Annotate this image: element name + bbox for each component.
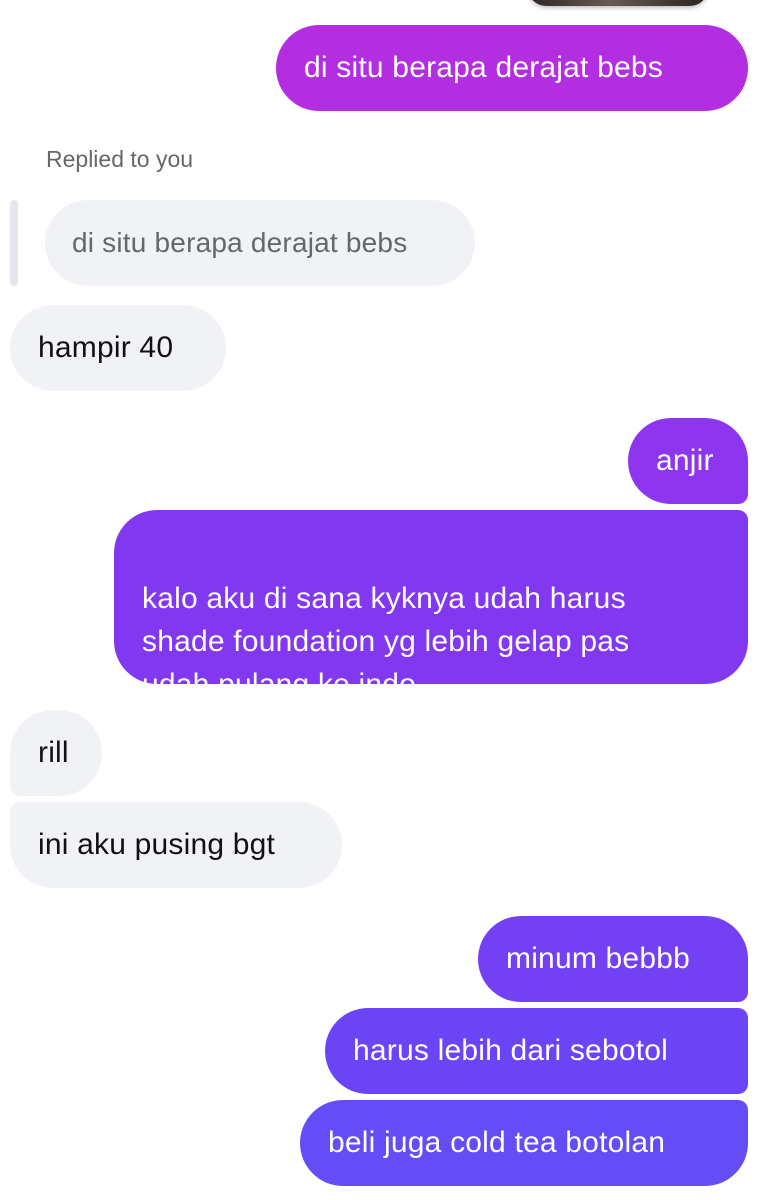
message-incoming[interactable]: hampir 40 (10, 305, 226, 391)
message-text: ini aku pusing bgt (38, 828, 276, 861)
quoted-message[interactable]: di situ berapa derajat bebs (45, 200, 475, 286)
message-text: kalo aku di sana kyknya udah harus shade… (142, 582, 630, 701)
message-outgoing[interactable]: kalo aku di sana kyknya udah harus shade… (114, 510, 748, 701)
message-text: beli juga cold tea botolan (328, 1126, 666, 1159)
message-text: di situ berapa derajat bebs (304, 51, 663, 84)
message-incoming[interactable]: rill (10, 710, 102, 796)
message-outgoing[interactable]: minum bebbb (478, 916, 748, 1002)
message-outgoing[interactable]: anjir (628, 418, 748, 504)
message-outgoing[interactable]: di situ berapa derajat bebs (276, 25, 748, 111)
message-outgoing[interactable]: harus lebih dari sebotol (325, 1008, 748, 1094)
quoted-message-text: di situ berapa derajat bebs (72, 227, 408, 258)
shared-media-thumbnail[interactable] (528, 0, 708, 6)
message-text: minum bebbb (506, 942, 690, 975)
reply-quote-bar (10, 200, 18, 286)
replied-to-you-label: Replied to you (46, 146, 194, 172)
chat-thread[interactable]: di situ berapa derajat bebs Replied to y… (0, 0, 766, 1200)
message-outgoing[interactable]: beli juga cold tea botolan (300, 1100, 748, 1186)
message-text: anjir (656, 444, 714, 477)
message-text: rill (38, 736, 69, 769)
message-text: hampir 40 (38, 331, 174, 364)
message-incoming[interactable]: ini aku pusing bgt (10, 802, 342, 888)
message-text: harus lebih dari sebotol (353, 1034, 668, 1067)
